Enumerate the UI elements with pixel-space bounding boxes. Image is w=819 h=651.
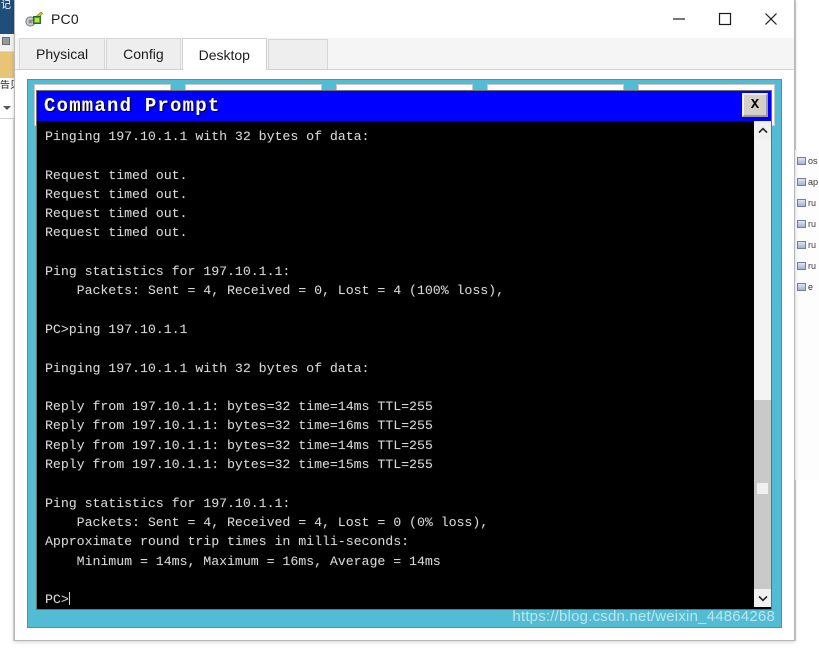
terminal-line: Ping statistics for 197.10.1.1: — [45, 495, 291, 511]
minimize-button[interactable] — [656, 0, 702, 38]
close-icon: X — [750, 97, 760, 113]
terminal-caret — [68, 592, 70, 606]
terminal-line: Request timed out. — [45, 225, 188, 241]
terminal-scrollbar[interactable] — [753, 121, 771, 608]
list-item-label: os — [808, 155, 818, 166]
command-prompt-window: Command Prompt X Pinging 197.10.1.1 with… — [36, 90, 772, 610]
background-left-titlebar: 记 — [0, 0, 14, 34]
list-item-label: ru — [808, 239, 817, 250]
maximize-button[interactable] — [702, 0, 748, 38]
background-caret-icon — [3, 106, 11, 110]
terminal-line: Reply from 197.10.1.1: bytes=32 time=14m… — [45, 399, 433, 415]
tab-strip-filler — [267, 39, 328, 69]
scrollbar-grip — [757, 483, 768, 495]
terminal-line: Request timed out. — [45, 186, 188, 202]
background-bottom — [0, 641, 819, 651]
terminal-line: Packets: Sent = 4, Received = 4, Lost = … — [45, 514, 489, 530]
device-icon — [797, 219, 806, 228]
background-left-ribbon — [0, 34, 14, 52]
terminal-prompt: PC> — [45, 592, 69, 608]
list-item-label: ap — [808, 176, 819, 187]
minimize-icon — [673, 18, 685, 20]
background-ribbon-icon — [2, 37, 10, 45]
background-right-window: os ap ru ru ru ru e — [795, 0, 819, 651]
command-prompt-titlebar: Command Prompt X — [37, 91, 771, 121]
device-icon — [797, 156, 806, 165]
command-prompt-close-button[interactable]: X — [742, 93, 768, 117]
chevron-up-icon — [757, 126, 768, 133]
window-titlebar: PC0 — [15, 0, 794, 38]
close-button[interactable] — [748, 0, 794, 38]
terminal-line: PC>ping 197.10.1.1 — [45, 321, 188, 337]
list-item: ap — [795, 171, 819, 192]
background-left-body — [0, 119, 14, 651]
command-prompt-main: Pinging 197.10.1.1 with 32 bytes of data… — [37, 121, 771, 608]
desktop-panel: Command Prompt X Pinging 197.10.1.1 with… — [27, 79, 782, 628]
list-item-label: e — [808, 281, 814, 292]
command-prompt-footer — [37, 607, 771, 609]
network-device-icon — [24, 9, 44, 29]
device-icon — [797, 198, 806, 207]
list-item: ru — [795, 255, 819, 276]
tab-bar: Physical Config Desktop — [15, 38, 794, 70]
pc0-body: Command Prompt X Pinging 197.10.1.1 with… — [15, 70, 794, 640]
tab-config[interactable]: Config — [106, 38, 181, 69]
device-icon — [797, 261, 806, 270]
terminal-line: Approximate round trip times in milli-se… — [45, 534, 410, 550]
screen-root: 记 告贝 os ap ru ru — [0, 0, 819, 651]
terminal-line: Request timed out. — [45, 206, 188, 222]
window-title: PC0 — [51, 10, 79, 27]
close-icon — [765, 13, 777, 25]
tab-label: Physical — [36, 46, 89, 62]
list-item: os — [795, 150, 819, 171]
watermark-text: https://blog.csdn.net/weixin_44864268 — [512, 608, 775, 625]
list-item: ru — [795, 234, 819, 255]
background-left-highlight — [0, 52, 14, 78]
scroll-down-button[interactable] — [754, 589, 771, 608]
list-item-label: ru — [808, 218, 817, 229]
list-item-label: ru — [808, 197, 817, 208]
command-prompt-title: Command Prompt — [44, 95, 221, 117]
tab-desktop[interactable]: Desktop — [181, 38, 267, 70]
list-item-label: ru — [808, 260, 817, 271]
terminal-line: Request timed out. — [45, 167, 188, 183]
terminal-line: Reply from 197.10.1.1: bytes=32 time=14m… — [45, 437, 433, 453]
device-icon — [797, 177, 806, 186]
terminal-output[interactable]: Pinging 197.10.1.1 with 32 bytes of data… — [37, 121, 753, 607]
device-icon — [797, 240, 806, 249]
terminal-line: Pinging 197.10.1.1 with 32 bytes of data… — [45, 360, 370, 376]
terminal-line: Packets: Sent = 4, Received = 0, Lost = … — [45, 283, 504, 299]
maximize-icon — [718, 12, 732, 26]
scrollbar-thumb[interactable] — [754, 400, 771, 590]
background-left-window: 记 告贝 — [0, 0, 14, 651]
window-controls — [656, 0, 794, 38]
terminal-line: Reply from 197.10.1.1: bytes=32 time=16m… — [45, 418, 433, 434]
tab-label: Desktop — [198, 46, 250, 63]
scrollbar-track[interactable] — [754, 139, 771, 590]
terminal-line: Ping statistics for 197.10.1.1: — [45, 264, 291, 280]
terminal-prompt-line[interactable]: PC> — [45, 590, 753, 607]
list-item: ru — [795, 213, 819, 234]
list-item: ru — [795, 192, 819, 213]
tab-physical[interactable]: Physical — [19, 38, 106, 69]
device-icon — [797, 282, 806, 291]
list-item: e — [795, 276, 819, 297]
chevron-down-icon — [757, 595, 768, 602]
background-right-list: os ap ru ru ru ru e — [795, 150, 819, 480]
pc0-window: PC0 Physical Config Desktop Command Prom… — [14, 0, 795, 641]
terminal-line: Pinging 197.10.1.1 with 32 bytes of data… — [45, 129, 370, 144]
tab-label: Config — [123, 46, 164, 62]
background-left-label: 告贝 — [0, 80, 14, 91]
scroll-up-button[interactable] — [754, 121, 771, 139]
terminal-line: Reply from 197.10.1.1: bytes=32 time=15m… — [45, 457, 433, 473]
terminal-line: Minimum = 14ms, Maximum = 16ms, Average … — [45, 553, 441, 569]
